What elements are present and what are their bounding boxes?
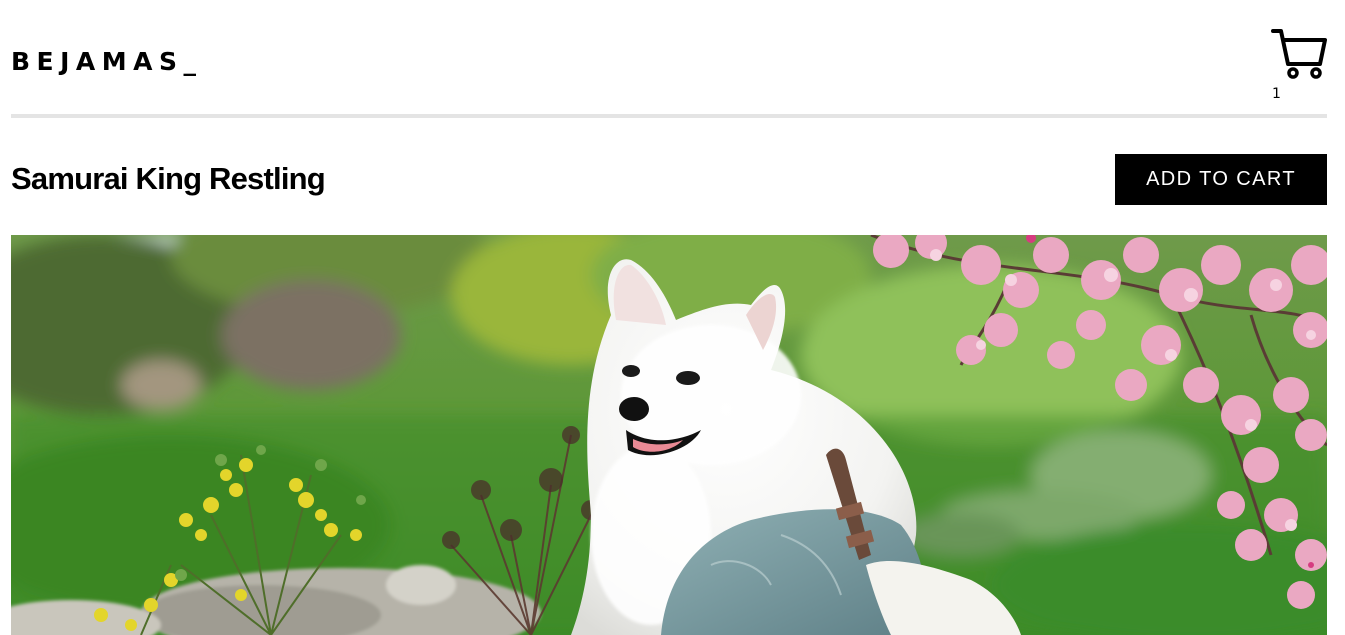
brand-logo-text: BEJAMAS_ [11, 47, 203, 76]
product-page: BEJAMAS_ 1 Samurai King Restling ADD TO … [0, 0, 1345, 635]
cart-count-badge: 1 [1272, 86, 1281, 102]
product-title: Samurai King Restling [11, 161, 326, 196]
product-hero-image [11, 235, 1327, 635]
cart-button[interactable]: 1 [1271, 28, 1327, 104]
product-bar: Samurai King Restling ADD TO CART [11, 154, 1327, 206]
brand-logo[interactable]: BEJAMAS_ [11, 44, 203, 76]
add-to-cart-button[interactable]: ADD TO CART [1115, 154, 1327, 205]
hero-illustration [11, 235, 1327, 635]
site-header: BEJAMAS_ 1 [11, 0, 1327, 118]
cart-icon [1271, 29, 1327, 79]
